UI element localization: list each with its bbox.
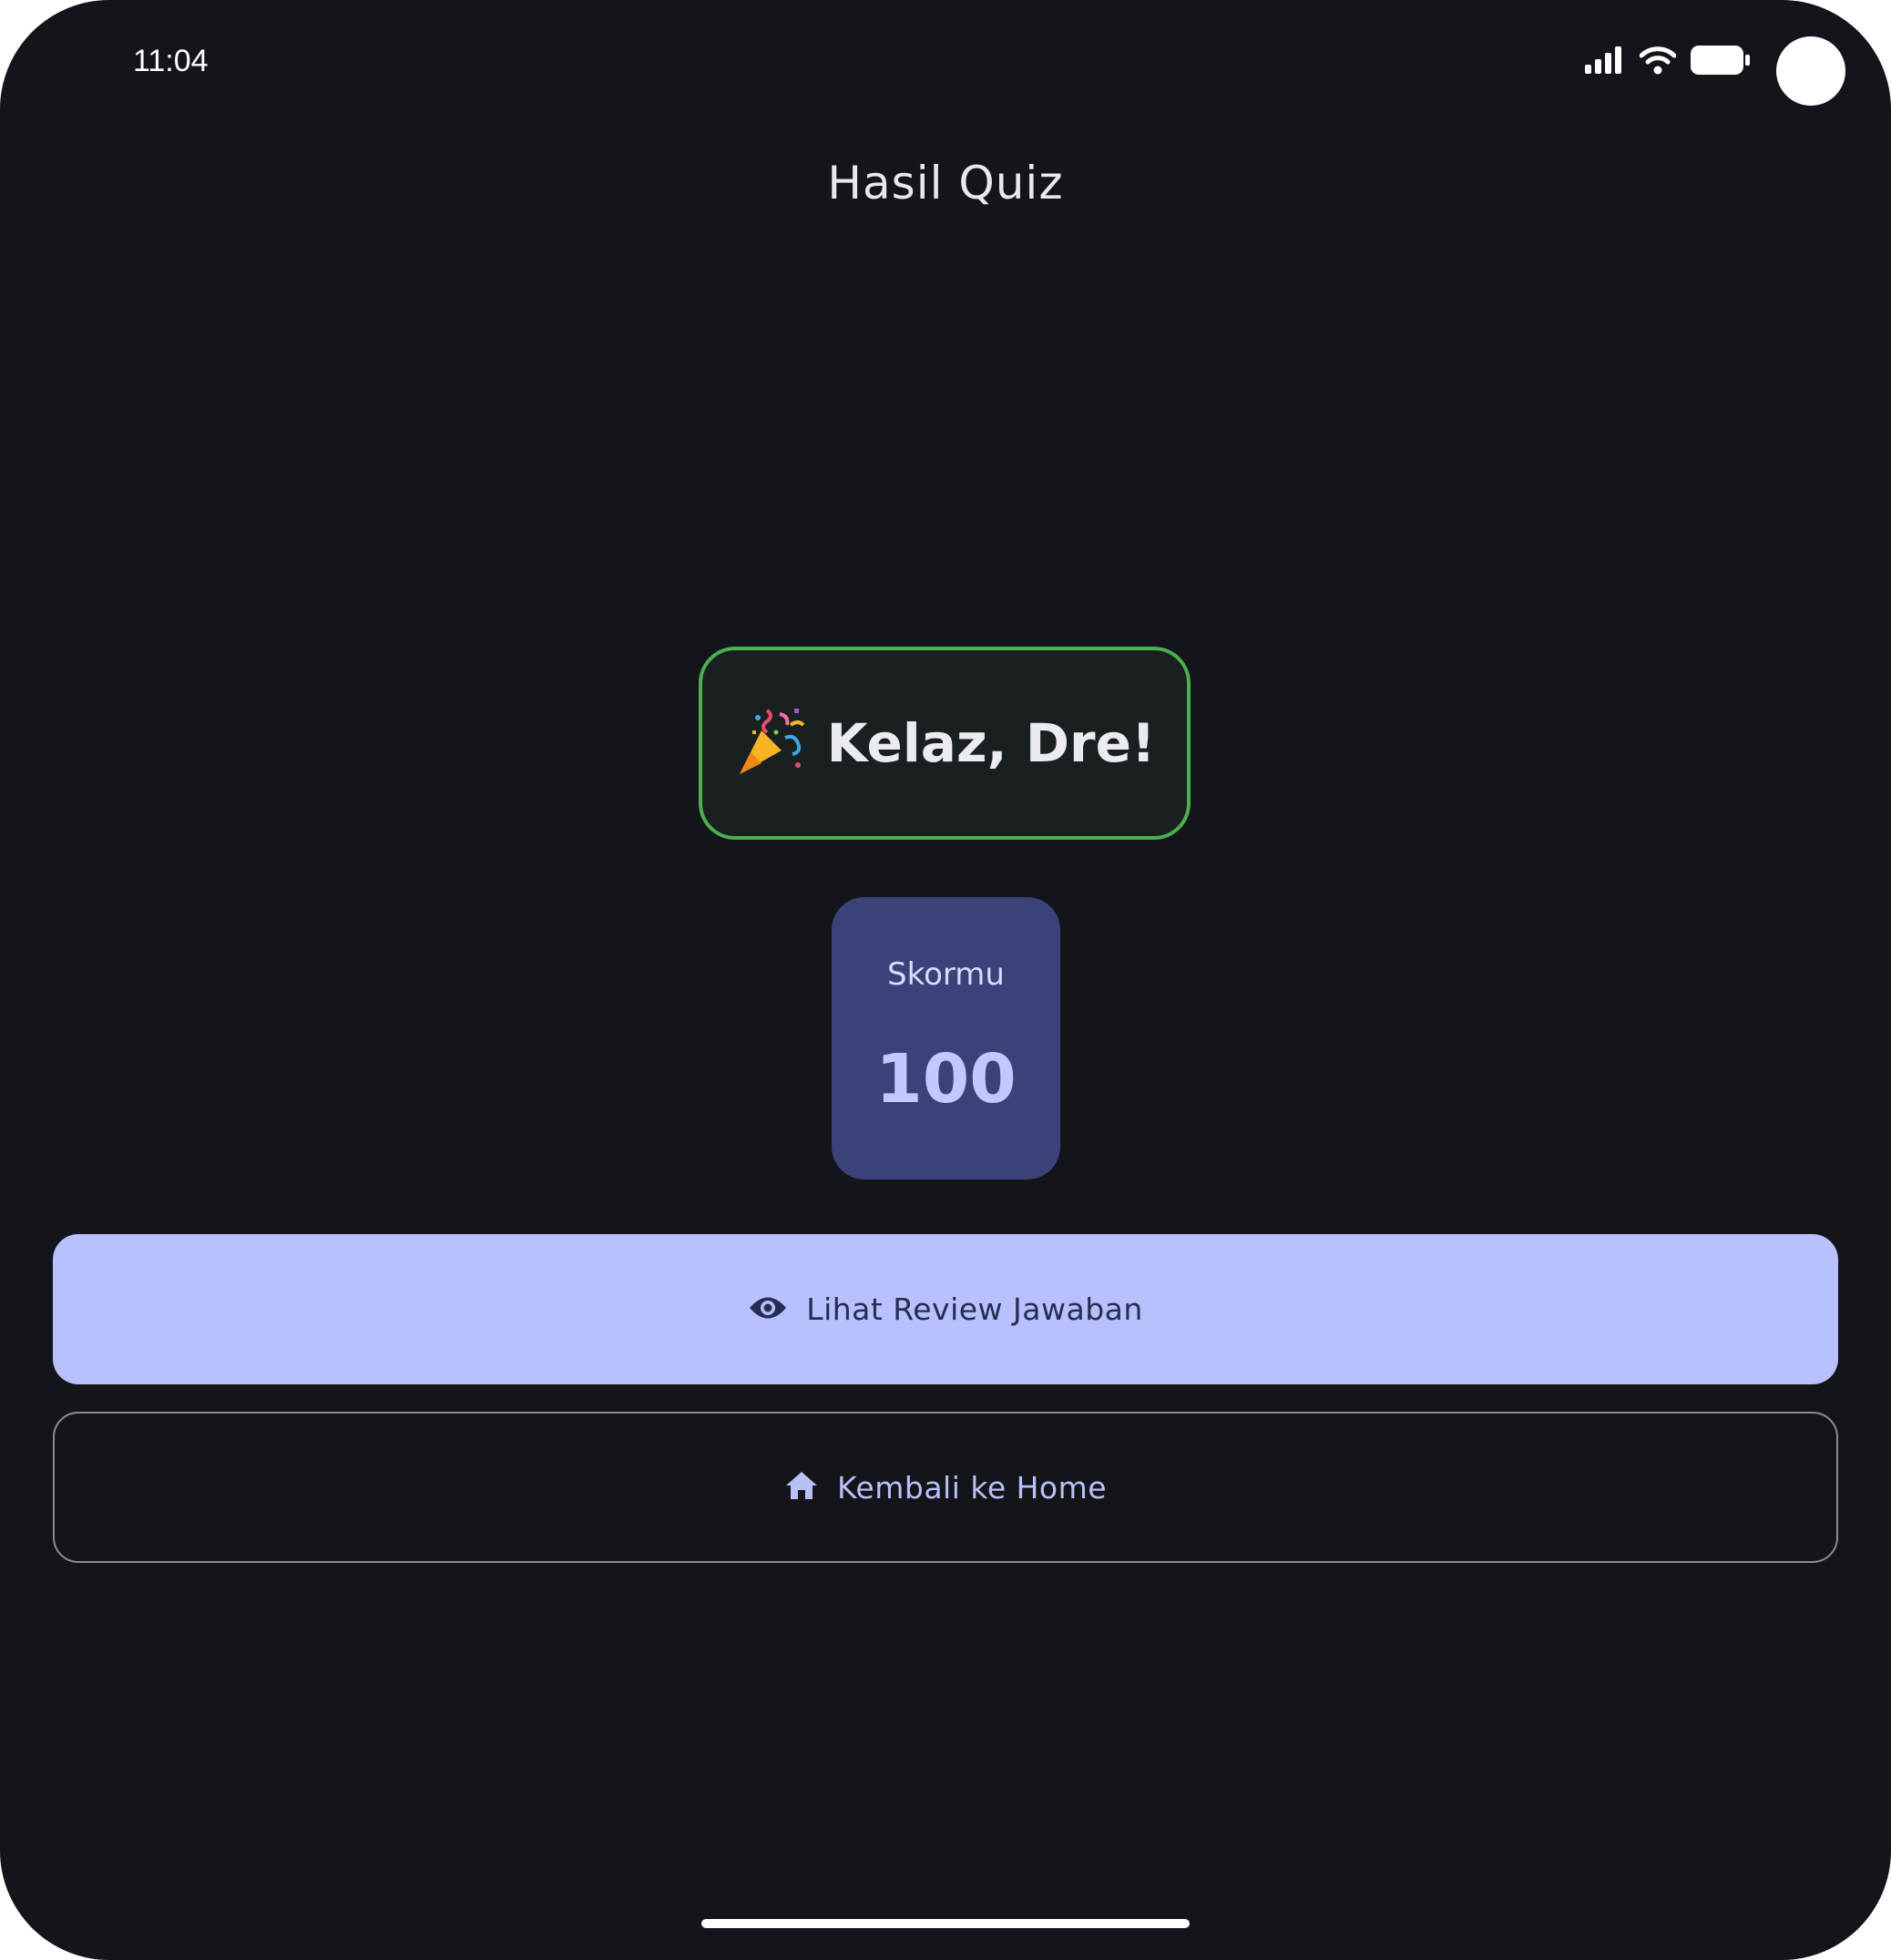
back-home-label: Kembali ke Home [836,1469,1108,1506]
result-message-card: Kelaz, Dre! [699,647,1191,840]
score-value: 100 [875,1040,1017,1118]
status-icons [1585,46,1751,78]
review-answers-label: Lihat Review Jawaban [806,1291,1143,1327]
score-label: Skormu [887,956,1005,993]
wifi-icon [1639,46,1677,78]
eye-icon [748,1294,788,1325]
score-card: Skormu 100 [832,897,1060,1179]
party-popper-icon [734,705,807,781]
battery-icon [1691,46,1751,78]
app-screen: 11:04 Hasil Quiz Kelaz, Dre! Skormu 100 … [0,0,1891,1960]
status-time: 11:04 [133,44,209,78]
back-home-button[interactable]: Kembali ke Home [53,1412,1838,1563]
home-icon [784,1470,819,1505]
signal-icon [1585,46,1625,77]
result-message: Kelaz, Dre! [826,712,1156,774]
home-indicator[interactable] [701,1919,1190,1928]
review-answers-button[interactable]: Lihat Review Jawaban [53,1234,1838,1384]
page-title: Hasil Quiz [827,157,1064,209]
camera-cutout [1776,36,1845,106]
